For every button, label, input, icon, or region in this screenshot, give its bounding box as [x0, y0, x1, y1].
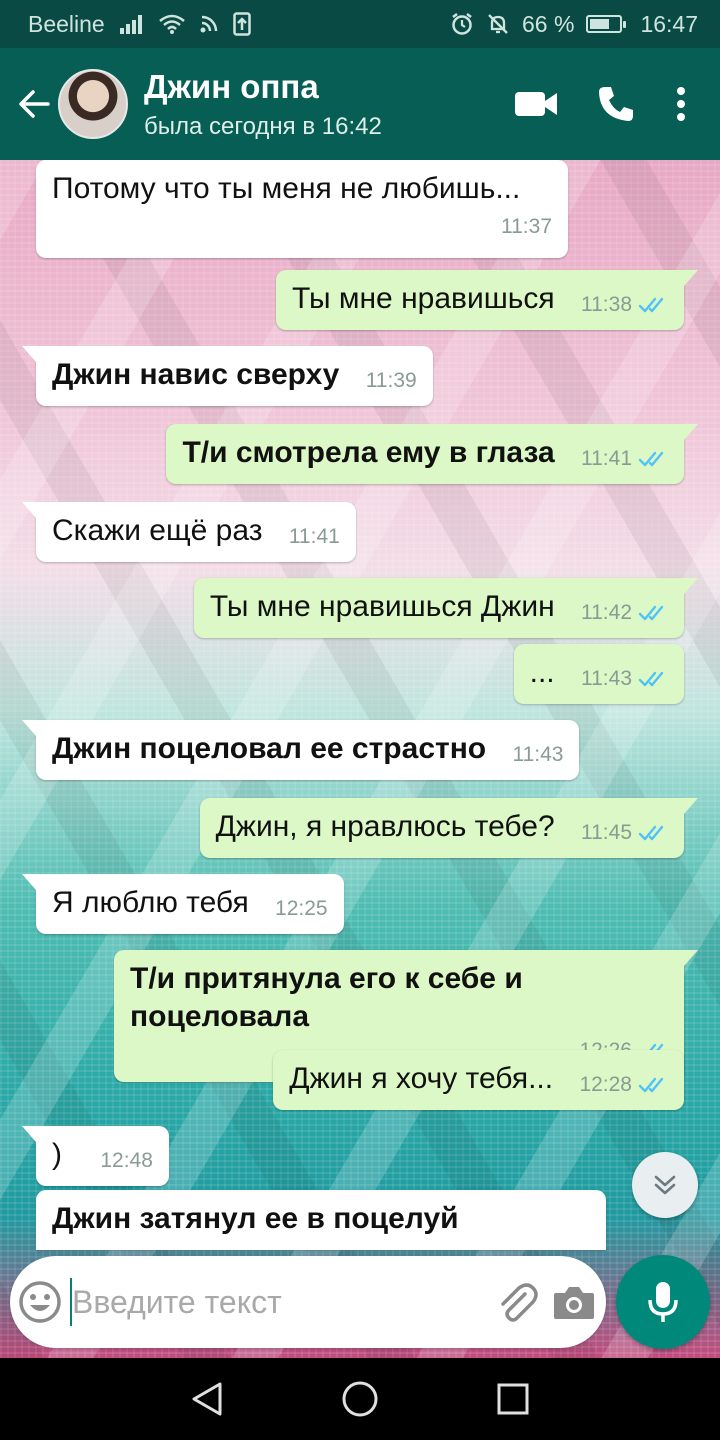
message-time: 11:41	[581, 440, 668, 478]
message-text: )	[52, 1138, 62, 1171]
message-outgoing[interactable]: ... 11:43	[513, 644, 684, 704]
double-chevron-down-icon	[654, 1175, 676, 1195]
battery-percent: 66 %	[522, 10, 575, 37]
camera-icon[interactable]	[542, 1283, 606, 1321]
message-incoming[interactable]: ) 12:48	[22, 1126, 169, 1186]
nav-back-icon[interactable]	[177, 1369, 237, 1429]
message-time: 12:28	[579, 1066, 668, 1104]
back-arrow-icon[interactable]	[6, 64, 62, 144]
message-time: 11:45	[581, 814, 668, 852]
message-text: Ты мне нравишься	[291, 282, 555, 315]
message-text: Т/и притянула его к себе и поцеловала	[130, 962, 532, 1033]
message-incoming[interactable]: Скажи ещё раз 11:41	[22, 502, 356, 562]
message-text: Джин затянул ее в поцелуй	[52, 1202, 459, 1235]
nav-recents-icon[interactable]	[483, 1369, 543, 1429]
chat-area[interactable]: Потому что ты меня не любишь... 11:37 Ты…	[0, 160, 720, 1360]
message-time: 11:41	[288, 525, 340, 548]
message-text: Джин, я нравлюсь тебе?	[215, 810, 555, 843]
mute-icon	[486, 12, 510, 36]
contact-name: Джин оппа	[144, 68, 319, 105]
message-incoming[interactable]: Я люблю тебя 12:25	[22, 874, 344, 934]
message-time: 11:43	[581, 660, 668, 698]
message-outgoing[interactable]: Т/и смотрела ему в глаза 11:41	[166, 424, 698, 484]
mic-icon	[648, 1282, 678, 1322]
nfc-icon	[199, 14, 219, 34]
nav-home-icon[interactable]	[330, 1369, 390, 1429]
chat-header: Джин оппа была сегодня в 16:42	[0, 48, 720, 160]
read-ticks-icon	[638, 1077, 664, 1093]
wifi-icon	[158, 14, 185, 34]
message-outgoing[interactable]: Джин я хочу тебя... 12:28	[273, 1050, 684, 1110]
read-ticks-icon	[638, 297, 664, 313]
attach-icon[interactable]	[492, 1280, 542, 1324]
message-incoming[interactable]: Джин навис сверху 11:39	[22, 346, 433, 406]
message-text: Т/и смотрела ему в глаза	[182, 436, 555, 469]
message-time: 11:43	[512, 743, 564, 766]
emoji-icon[interactable]	[10, 1279, 70, 1325]
message-input[interactable]	[72, 1272, 492, 1332]
carrier-label: Beeline	[28, 10, 105, 37]
message-text: Джин поцеловал ее страстно	[52, 732, 487, 765]
message-outgoing[interactable]: Ты мне нравишься 11:38	[275, 270, 699, 330]
read-ticks-icon	[638, 605, 664, 621]
alarm-icon	[450, 12, 474, 36]
status-bar: Beeline 66 % 16:47	[0, 0, 720, 48]
message-text: Скажи ещё раз	[52, 514, 263, 547]
message-text: Я люблю тебя	[52, 886, 249, 919]
message-outgoing[interactable]: Джин, я нравлюсь тебе? 11:45	[199, 798, 699, 858]
message-time: 11:38	[581, 286, 668, 324]
message-time: 12:48	[100, 1149, 153, 1172]
message-incoming[interactable]: Потому что ты меня не любишь... 11:37	[36, 160, 568, 258]
message-time: 11:37	[501, 215, 552, 238]
message-time: 12:25	[275, 897, 328, 920]
read-ticks-icon	[638, 451, 664, 467]
system-navigation-bar	[0, 1358, 720, 1440]
message-text: Джин навис сверху	[52, 358, 340, 391]
message-text: ...	[529, 656, 555, 689]
message-time: 11:42	[581, 594, 668, 632]
upload-icon	[232, 12, 251, 36]
avatar[interactable]	[58, 69, 128, 139]
message-text: Джин я хочу тебя...	[289, 1062, 554, 1095]
video-call-icon[interactable]	[496, 64, 576, 144]
message-time: 11:39	[365, 369, 417, 392]
read-ticks-icon	[638, 825, 664, 841]
last-seen-status: была сегодня в 16:42	[144, 113, 382, 140]
message-text: Потому что ты меня не любишь...	[52, 172, 521, 205]
voice-record-button[interactable]	[616, 1255, 710, 1349]
message-composer	[10, 1256, 606, 1348]
more-vert-icon[interactable]	[656, 64, 706, 144]
message-text: Ты мне нравишься Джин	[209, 590, 555, 623]
scroll-to-bottom-button[interactable]	[632, 1152, 698, 1218]
message-outgoing[interactable]: Ты мне нравишься Джин 11:42	[193, 578, 699, 638]
battery-icon	[586, 15, 627, 33]
message-incoming[interactable]: Джин затянул ее в поцелуй	[36, 1190, 606, 1250]
phone-call-icon[interactable]	[576, 64, 656, 144]
contact-info[interactable]: Джин оппа была сегодня в 16:42	[144, 67, 382, 141]
message-incoming[interactable]: Джин поцеловал ее страстно 11:43	[21, 720, 580, 780]
signal-icon	[119, 14, 145, 34]
clock: 16:47	[640, 10, 698, 37]
read-ticks-icon	[638, 671, 664, 687]
